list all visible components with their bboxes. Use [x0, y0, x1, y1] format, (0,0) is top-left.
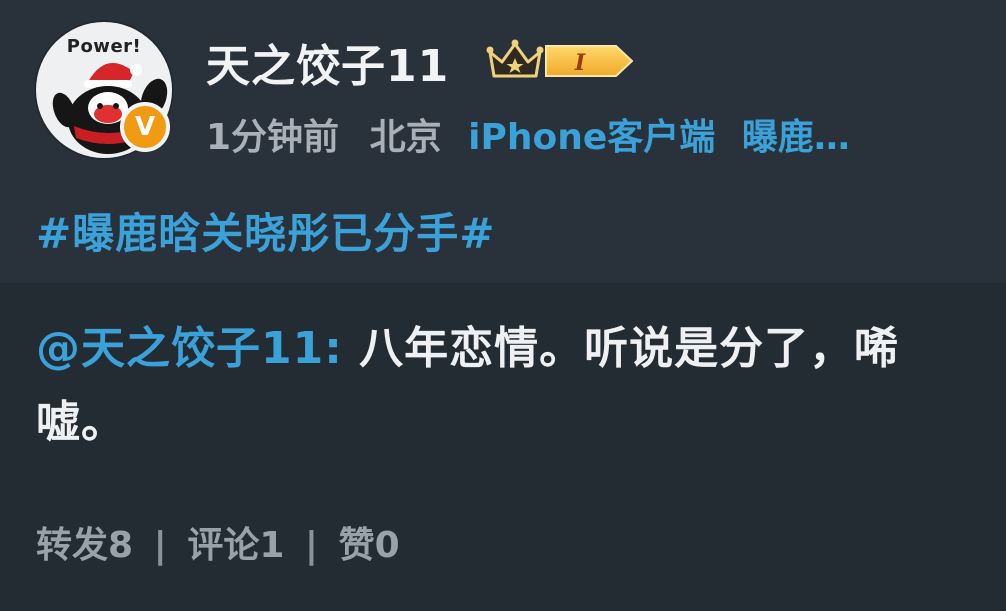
post-meta: 1分钟前 北京 iPhone客户端 曝鹿… [206, 108, 850, 160]
stats-separator: | [153, 525, 167, 566]
comment-count-button[interactable]: 评论1 [187, 525, 284, 566]
repost-body: @天之饺子11: 八年恋情。听说是分了，唏嘘。 [36, 312, 976, 460]
hashtag-link[interactable]: #曝鹿晗关晓彤已分手# [36, 200, 495, 261]
author-name[interactable]: 天之饺子11 [206, 30, 449, 94]
verified-badge-icon: V [120, 102, 170, 152]
stats-separator: | [304, 525, 319, 566]
crown-icon [486, 39, 544, 78]
post-client[interactable]: iPhone客户端 [468, 117, 715, 158]
post-meta-extra[interactable]: 曝鹿… [742, 117, 850, 158]
repost-count-button[interactable]: 转发8 [36, 525, 133, 566]
post-time: 1分钟前 [206, 117, 340, 158]
post-location: 北京 [369, 117, 442, 158]
mention-link[interactable]: @天之饺子11: [36, 323, 343, 374]
like-count-button[interactable]: 赞0 [339, 525, 400, 566]
level-badge-icon: I [545, 45, 634, 77]
avatar-caption: Power! [66, 36, 142, 57]
post-stats: 转发8 | 评论1 | 赞0 [36, 516, 400, 568]
level-text: I [574, 50, 586, 76]
